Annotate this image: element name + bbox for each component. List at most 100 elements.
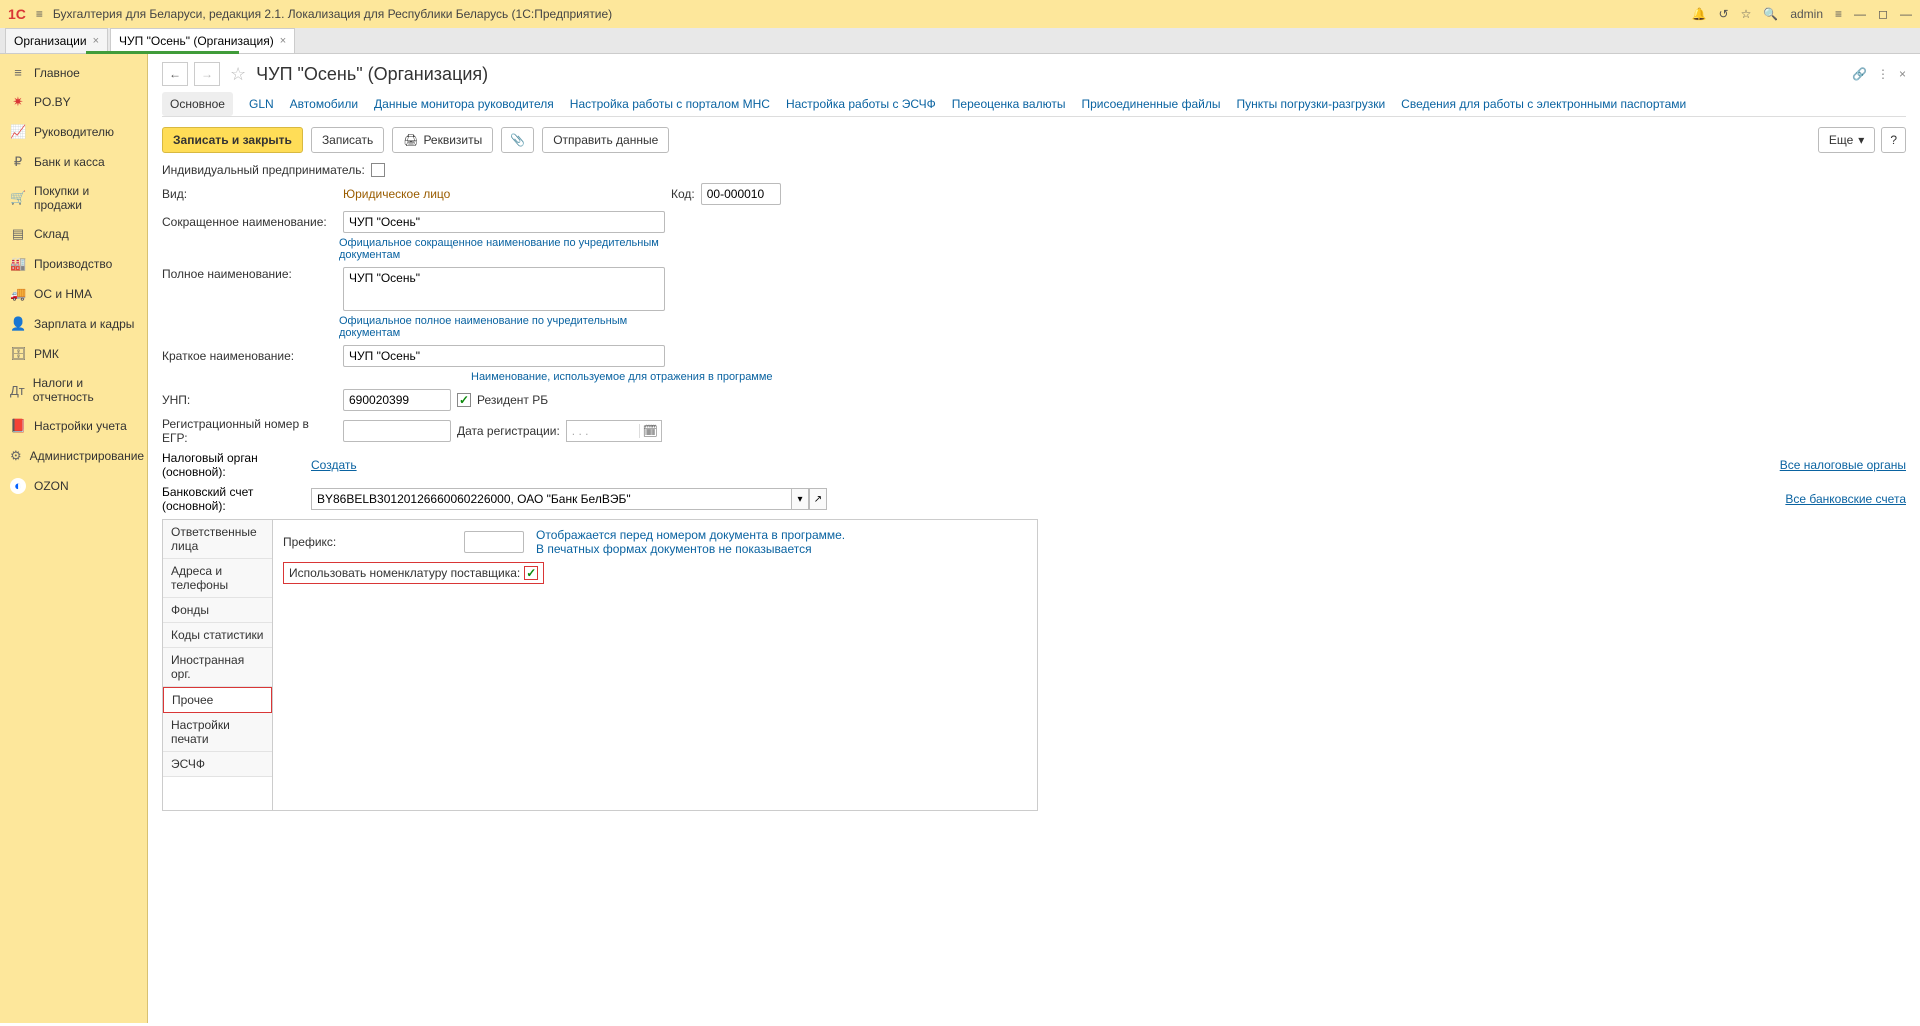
- ozon-icon: ◐: [10, 478, 26, 494]
- subnav-gln[interactable]: GLN: [249, 92, 274, 116]
- forward-button[interactable]: →: [194, 62, 220, 86]
- all-bank-link[interactable]: Все банковские счета: [1785, 492, 1906, 506]
- subnav: Основное GLN Автомобили Данные монитора …: [162, 92, 1906, 117]
- sidebar-item-poby[interactable]: ✷PO.BY: [0, 87, 147, 117]
- sidebar-item-sales[interactable]: 🛒Покупки и продажи: [0, 177, 147, 219]
- all-tax-link[interactable]: Все налоговые органы: [1780, 458, 1906, 472]
- tax-label: Налоговый орган (основной):: [162, 451, 305, 479]
- paperclip-icon: 📎: [510, 133, 525, 147]
- app-title: Бухгалтерия для Беларуси, редакция 2.1. …: [53, 7, 1682, 21]
- code-input[interactable]: [701, 183, 781, 205]
- factory-icon: 🏭: [10, 256, 26, 272]
- bank-input[interactable]: [311, 488, 791, 510]
- close-icon[interactable]: ×: [280, 35, 286, 47]
- full-name-input[interactable]: ЧУП "Осень": [343, 267, 665, 311]
- truck-icon: 🚚: [10, 286, 26, 302]
- minimize-icon[interactable]: —: [1854, 7, 1866, 21]
- subnav-loading[interactable]: Пункты погрузки-разгрузки: [1236, 92, 1385, 116]
- vtab-print[interactable]: Настройки печати: [163, 713, 272, 752]
- brief-name-hint[interactable]: Наименование, используемое для отражения…: [471, 371, 793, 383]
- sidebar-item-manager[interactable]: 📈Руководителю: [0, 117, 147, 147]
- ip-checkbox[interactable]: [371, 163, 385, 177]
- sidebar-item-warehouse[interactable]: ▤Склад: [0, 219, 147, 249]
- egr-input[interactable]: [343, 420, 451, 442]
- subnav-files[interactable]: Присоединенные файлы: [1081, 92, 1220, 116]
- close-icon[interactable]: ×: [93, 35, 99, 47]
- subnav-currency[interactable]: Переоценка валюты: [952, 92, 1066, 116]
- bell-icon[interactable]: 🔔: [1692, 7, 1707, 21]
- short-name-input[interactable]: [343, 211, 665, 233]
- dropdown-toggle[interactable]: ▾: [791, 488, 809, 510]
- resident-checkbox[interactable]: ✓: [457, 393, 471, 407]
- send-button[interactable]: Отправить данные: [542, 127, 669, 153]
- close-window-icon[interactable]: —: [1900, 7, 1912, 21]
- short-name-label: Сокращенное наименование:: [162, 215, 337, 229]
- favorite-icon[interactable]: ☆: [230, 64, 246, 85]
- bank-label: Банковский счет (основной):: [162, 485, 305, 513]
- sidebar-item-tax[interactable]: ДтНалоги и отчетность: [0, 369, 147, 411]
- view-label: Вид:: [162, 187, 337, 201]
- unp-input[interactable]: [343, 389, 451, 411]
- settings-icon[interactable]: ≡: [1835, 7, 1842, 21]
- subnav-monitor[interactable]: Данные монитора руководителя: [374, 92, 554, 116]
- vtab-funds[interactable]: Фонды: [163, 598, 272, 623]
- save-button[interactable]: Записать: [311, 127, 384, 153]
- money-icon: ₽: [10, 154, 26, 170]
- vtab-other[interactable]: Прочее: [163, 687, 272, 713]
- sidebar-item-admin[interactable]: ⚙Администрирование: [0, 441, 147, 471]
- star-icon[interactable]: ☆: [1741, 7, 1752, 21]
- subnav-main[interactable]: Основное: [162, 92, 233, 116]
- maximize-icon[interactable]: ◻: [1878, 7, 1888, 21]
- save-close-button[interactable]: Записать и закрыть: [162, 127, 303, 153]
- view-value: Юридическое лицо: [343, 187, 665, 201]
- sidebar-item-rmk[interactable]: 🗄РМК: [0, 339, 147, 369]
- subnav-mns[interactable]: Настройка работы с порталом МНС: [570, 92, 770, 116]
- vtab-stats[interactable]: Коды статистики: [163, 623, 272, 648]
- open-button[interactable]: ↗: [809, 488, 827, 510]
- attach-button[interactable]: 📎: [501, 127, 534, 153]
- logo-1c: 1C: [8, 6, 26, 22]
- vtab-contacts[interactable]: Адреса и телефоны: [163, 559, 272, 598]
- sidebar-item-settings[interactable]: 📕Настройки учета: [0, 411, 147, 441]
- full-name-hint[interactable]: Официальное полное наименование по учред…: [339, 315, 661, 339]
- tax-icon: Дт: [10, 383, 25, 398]
- tab-organization-card[interactable]: ЧУП "Осень" (Организация) ×: [110, 28, 295, 53]
- more-button[interactable]: Еще ▾: [1818, 127, 1875, 153]
- menu-icon[interactable]: ≡: [36, 7, 43, 21]
- sidebar-item-main[interactable]: ≡Главное: [0, 58, 147, 87]
- details-button[interactable]: 🖨Реквизиты: [392, 127, 493, 153]
- brief-name-input[interactable]: [343, 345, 665, 367]
- tax-create-link[interactable]: Создать: [311, 458, 357, 472]
- vtab-foreign[interactable]: Иностранная орг.: [163, 648, 272, 687]
- help-button[interactable]: ?: [1881, 127, 1906, 153]
- link-icon[interactable]: 🔗: [1852, 67, 1867, 81]
- kebab-icon[interactable]: ⋮: [1877, 67, 1889, 81]
- prefix-label: Префикс:: [283, 535, 458, 549]
- subnav-eschf[interactable]: Настройка работы с ЭСЧФ: [786, 92, 936, 116]
- back-button[interactable]: ←: [162, 62, 188, 86]
- use-supplier-checkbox[interactable]: ✓: [524, 566, 538, 580]
- short-name-hint[interactable]: Официальное сокращенное наименование по …: [339, 237, 661, 261]
- vtab-eschf[interactable]: ЭСЧФ: [163, 752, 272, 777]
- user-label[interactable]: admin: [1790, 7, 1823, 21]
- cabinet-icon: 🗄: [10, 346, 26, 362]
- sidebar-item-production[interactable]: 🏭Производство: [0, 249, 147, 279]
- subnav-auto[interactable]: Автомобили: [290, 92, 358, 116]
- subnav-passports[interactable]: Сведения для работы с электронными паспо…: [1401, 92, 1686, 116]
- use-supplier-label: Использовать номенклатуру поставщика:: [289, 566, 520, 580]
- close-page-icon[interactable]: ×: [1899, 67, 1906, 81]
- tab-organizations[interactable]: Организации ×: [5, 28, 108, 53]
- use-supplier-nomenclature: Использовать номенклатуру поставщика: ✓: [283, 562, 544, 584]
- calendar-icon[interactable]: 🗓: [639, 424, 661, 438]
- sidebar-item-ozon[interactable]: ◐OZON: [0, 471, 147, 501]
- sidebar-item-hr[interactable]: 👤Зарплата и кадры: [0, 309, 147, 339]
- sidebar-item-assets[interactable]: 🚚ОС и НМА: [0, 279, 147, 309]
- vtab-responsible[interactable]: Ответственные лица: [163, 520, 272, 559]
- ip-label: Индивидуальный предприниматель:: [162, 163, 365, 177]
- history-icon[interactable]: ↺: [1719, 7, 1729, 21]
- print-icon: 🖨: [403, 133, 418, 147]
- prefix-input[interactable]: [464, 531, 524, 553]
- reg-date-input[interactable]: 🗓: [566, 420, 662, 442]
- search-icon[interactable]: 🔍: [1763, 7, 1778, 21]
- sidebar-item-bank[interactable]: ₽Банк и касса: [0, 147, 147, 177]
